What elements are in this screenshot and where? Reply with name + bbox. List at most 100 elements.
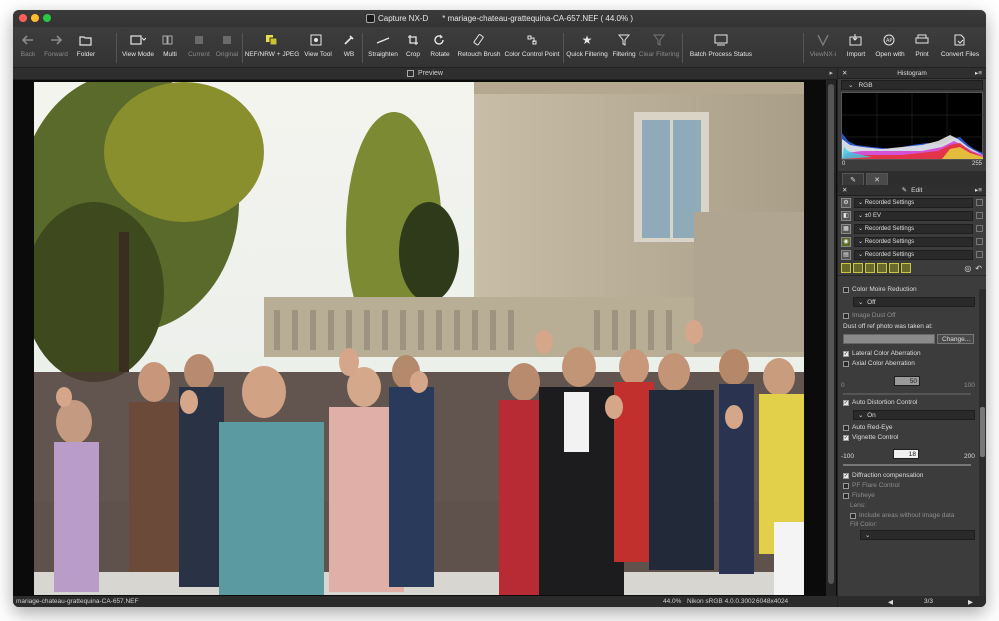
vignette-slider[interactable] [843,464,971,466]
pf-flare-checkbox[interactable] [843,482,849,489]
auto-distortion-checkbox[interactable]: ✓ [843,399,849,406]
histogram-channel-select[interactable]: ⌄ RGB [841,80,983,90]
color-booster-icon: ◉ [841,236,851,247]
tab-adjustments[interactable]: ✕ [866,173,888,185]
step-checkbox[interactable] [976,199,983,206]
wb-button[interactable]: WB [340,29,358,67]
color-moire-select[interactable]: ⌄ Off [853,297,975,307]
status-dimensions: 6048x4024 [756,598,789,605]
retouch-brush-button[interactable]: Retouch Brush [456,29,502,67]
lateral-ca-checkbox[interactable]: ✓ [843,350,849,357]
expand-arrow-icon[interactable]: ▸ [829,69,833,77]
eyedropper-icon [344,35,354,45]
photo-preview[interactable] [34,82,804,595]
quick-filtering-button[interactable]: ★ Quick Filtering [565,29,609,67]
edit-menu-icon[interactable]: ▸≡ [975,186,982,194]
close-window-button[interactable] [19,14,27,22]
back-button[interactable]: Back [17,29,39,67]
filter-icon [618,34,630,46]
previous-image-icon[interactable]: ◀ [888,598,893,606]
rotate-button[interactable]: Rotate [428,29,452,67]
panel-menu-icon[interactable]: ▸≡ [975,69,982,77]
straighten-button[interactable]: Straighten [366,29,400,67]
print-button[interactable]: Print [912,29,932,67]
edit-step-color-booster[interactable]: ◉ ⌄ Recorded Settings [838,235,986,248]
adjust-tool-1-icon[interactable] [841,263,851,273]
multi-button[interactable]: Multi [160,29,180,67]
auto-red-eye-row: Auto Red-Eye [843,424,892,431]
next-image-icon[interactable]: ▶ [968,598,973,606]
original-button[interactable]: Original [214,29,240,67]
fisheye-checkbox[interactable] [843,492,849,499]
auto-red-eye-checkbox[interactable] [843,424,849,431]
settings-scrollbar[interactable] [979,289,986,599]
adjust-tool-4-icon[interactable] [877,263,887,273]
tab-edit[interactable]: ✎ [842,173,864,185]
include-areas-checkbox[interactable] [850,512,856,519]
adjust-tool-2-icon[interactable] [853,263,863,273]
app-name: Capture NX-D [377,14,429,23]
step-checkbox[interactable] [976,225,983,232]
edit-step-camera-settings[interactable]: ⚙ ⌄ Recorded Settings [838,196,986,209]
image-dust-off-checkbox[interactable] [843,312,849,319]
import-button[interactable]: Import [844,29,868,67]
window-controls [19,14,51,22]
change-button[interactable]: Change... [937,334,974,344]
color-control-point-button[interactable]: Color Control Point [503,29,561,67]
preview-label: Preview [418,70,443,77]
fill-color-select[interactable]: ⌄ [860,530,975,540]
open-with-button[interactable]: AP Open with [873,29,907,67]
step-checkbox[interactable] [976,212,983,219]
step-checkbox[interactable] [976,251,983,258]
exposure-icon: ◧ [841,210,851,221]
vignette-checkbox[interactable]: ✓ [843,434,849,441]
histogram-axis-min: 0 [842,161,846,167]
settings-circle-icon[interactable]: ◎ [964,264,971,273]
zoom-window-button[interactable] [43,14,51,22]
folder-button[interactable]: Folder [73,29,99,67]
edit-step-noise-reduction[interactable]: ▤ ⌄ Recorded Settings [838,248,986,261]
axial-ca-checkbox[interactable] [843,360,849,367]
panel-tabs: ✎ ✕ [838,171,986,185]
star-icon: ★ [581,33,593,47]
camera-lens-corrections: Color Moire Reduction ⌄ Off Image Dust O… [838,286,978,599]
viewnx-button[interactable]: ViewNX-i [808,29,838,67]
document-title: * mariage-chateau-grattequina-CA-657.NEF… [442,14,633,23]
include-areas-row: Include areas without image data [850,512,954,519]
nef-jpeg-button[interactable]: NEF/NRW + JPEG [245,29,299,67]
noise-reduction-icon: ▤ [841,249,851,260]
image-viewer[interactable] [13,80,837,596]
adjust-tool-3-icon[interactable] [865,263,875,273]
edit-step-picture-control[interactable]: ▦ ⌄ Recorded Settings [838,222,986,235]
camera-settings-icon: ⚙ [841,197,851,208]
filtering-button[interactable]: Filtering [611,29,637,67]
step-checkbox[interactable] [976,238,983,245]
histogram-axis: 0 255 [838,160,986,169]
batch-process-status-button[interactable]: Batch Process Status [685,29,757,67]
pencil-icon: ✎ [850,176,856,184]
edit-step-exposure[interactable]: ◧ ⌄ ±0 EV [838,209,986,222]
current-button[interactable]: Current [187,29,211,67]
auto-distortion-select[interactable]: ⌄ On [853,410,975,420]
adjust-tool-6-icon[interactable] [901,263,911,273]
minimize-window-button[interactable] [31,14,39,22]
vignette-max-label: 200 [964,453,975,460]
crop-button[interactable]: Crop [403,29,423,67]
viewer-scrollbar[interactable] [826,80,836,596]
undo-icon[interactable]: ↶ [975,264,982,273]
preview-checkbox[interactable] [407,70,415,77]
clear-filtering-button[interactable]: Clear Filtering [637,29,681,67]
convert-files-button[interactable]: Convert Files [939,29,981,67]
diffraction-checkbox[interactable]: ✓ [843,472,849,479]
crop-icon [408,35,418,45]
vignette-value[interactable]: 18 [893,449,919,459]
axial-min-label: 0 [841,382,845,389]
view-tool-button[interactable]: View Tool [302,29,334,67]
diffraction-row: ✓ Diffraction compensation [843,472,924,479]
wedding-photo-image [34,82,804,595]
axial-ca-slider[interactable] [843,393,971,395]
forward-button[interactable]: Forward [42,29,70,67]
view-mode-button[interactable]: View Mode [121,29,155,67]
axial-ca-value[interactable]: 50 [894,376,920,386]
adjust-tool-5-icon[interactable] [889,263,899,273]
